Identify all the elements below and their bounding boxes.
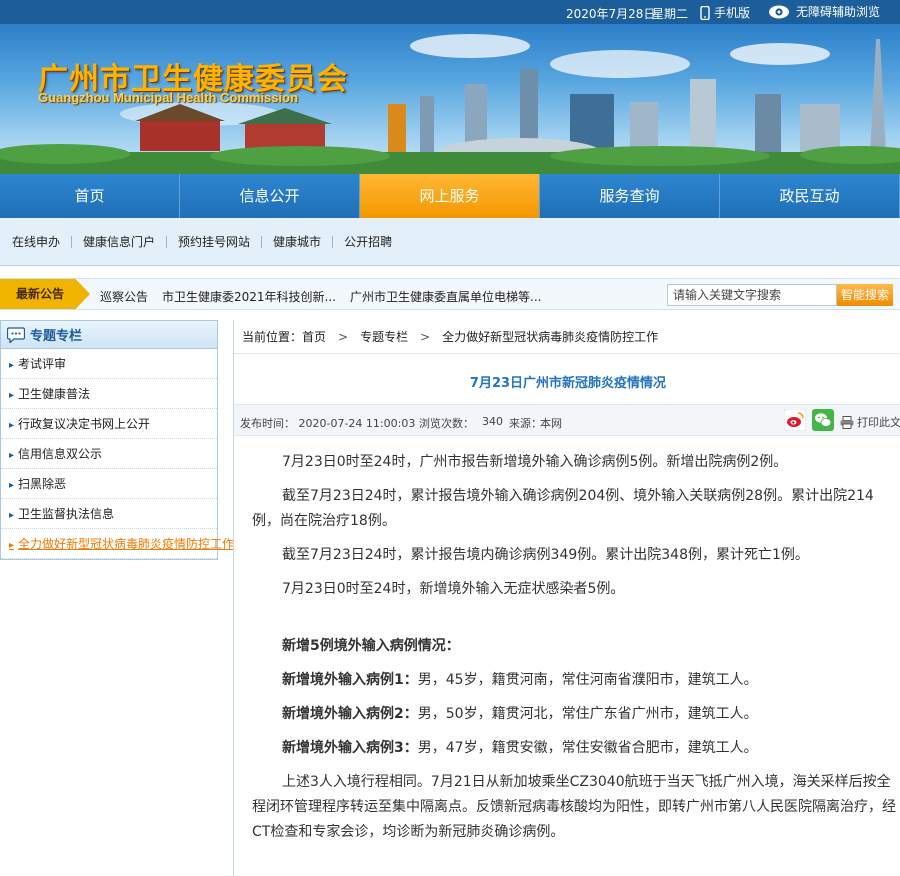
printer-icon xyxy=(840,415,854,429)
section-heading-text: 新增5例境外输入病例情况： xyxy=(282,638,460,654)
arrow-right-icon: ▸ xyxy=(9,540,15,551)
article-paragraph: 7月23日0时至24时，广州市报告新增境外输入确诊病例5例。新增出院病例2例。 xyxy=(282,454,788,470)
arrow-right-icon: ▸ xyxy=(9,390,15,401)
breadcrumb-item[interactable]: 全力做好新型冠状病毒肺炎疫情防控工作 xyxy=(442,328,658,345)
notice-label: 最新公告 xyxy=(0,279,90,309)
speech-bubble-icon xyxy=(7,326,25,343)
case-text: 男，50岁，籍贯河北，常住广东省广州市，建筑工人。 xyxy=(417,706,758,722)
publish-time: 发布时间： 2020-07-24 11:00:03 xyxy=(240,415,415,431)
arrow-right-icon: ▸ xyxy=(9,420,15,431)
section-heading: 新增5例境外输入病例情况： xyxy=(252,634,897,659)
sidebar-item-admin-review[interactable]: ▸ 行政复议决定书网上公开 xyxy=(1,409,217,439)
article-paragraph: 上述3人入境行程相同。7月21日从新加坡乘坐CZ3040航班于当天飞抵广州入境，… xyxy=(252,774,896,840)
sidebar-item-label: 考试评审 xyxy=(18,357,67,371)
notice-item[interactable]: 市卫生健康委2021年科技创新... xyxy=(162,288,336,305)
breadcrumb-prefix: 当前位置： xyxy=(242,330,303,344)
subnav-healthy-city[interactable]: 健康城市 xyxy=(262,235,334,248)
source-label: 来源： xyxy=(509,417,542,430)
sidebar-item-label: 扫黑除恶 xyxy=(18,477,67,491)
sub-navigation: 在线申办 健康信息门户 预约挂号网站 健康城市 公开招聘 xyxy=(0,218,900,266)
wechat-icon[interactable] xyxy=(812,409,834,431)
sidebar-item-credit-info[interactable]: ▸ 信用信息双公示 xyxy=(1,439,217,469)
sidebar-item-health-supervision[interactable]: ▸ 卫生监督执法信息 xyxy=(1,499,217,529)
subnav-health-portal[interactable]: 健康信息门户 xyxy=(72,235,168,248)
site-banner: 广州市卫生健康委员会 Guangzhou Municipal Health Co… xyxy=(0,24,900,174)
arrow-right-icon: ▸ xyxy=(9,510,15,521)
sidebar-item-label: 全力做好新型冠状病毒肺炎疫情防控工作 xyxy=(18,537,235,551)
source-value: 本网 xyxy=(540,417,562,430)
breadcrumb-item[interactable]: 首页 xyxy=(302,328,326,345)
article-body: 7月23日0时至24时，广州市报告新增境外输入确诊病例5例。新增出院病例2例。 … xyxy=(252,450,897,854)
mobile-version-link[interactable]: 手机版 xyxy=(700,4,750,21)
nav-item-home[interactable]: 首页 xyxy=(0,174,180,218)
print-button[interactable]: 打印此文 xyxy=(840,414,900,430)
top-utility-bar: 2020年7月28日 星期二 手机版 无障碍辅助浏览 xyxy=(0,0,900,24)
sidebar-header: 专题专栏 xyxy=(1,321,217,349)
article-title: 7月23日广州市新冠肺炎疫情情况 xyxy=(469,376,667,391)
site-title-english: Guangzhou Municipal Health Commission xyxy=(38,90,299,105)
accessibility-label: 无障碍辅助浏览 xyxy=(796,5,881,19)
nav-item-info-disclosure[interactable]: 信息公开 xyxy=(180,174,360,218)
nav-item-online-services[interactable]: 网上服务 xyxy=(360,174,540,218)
current-date: 2020年7月28日 xyxy=(566,7,656,21)
notice-list: 巡察公告 市卫生健康委2021年科技创新... 广州市卫生健康委直属单位电梯等.… xyxy=(100,288,541,305)
notice-item[interactable]: 巡察公告 xyxy=(100,288,148,305)
print-label: 打印此文 xyxy=(857,416,900,429)
sidebar-item-label: 行政复议决定书网上公开 xyxy=(18,417,151,431)
views-count: 340 xyxy=(482,415,503,428)
publish-label: 发布时间： xyxy=(240,417,295,430)
article-meta: 发布时间： 2020-07-24 11:00:03 浏览次数： 340 来源： … xyxy=(234,404,900,436)
sidebar-item-anti-crime[interactable]: ▸ 扫黑除恶 xyxy=(1,469,217,499)
sidebar-item-label: 卫生健康普法 xyxy=(18,387,91,401)
views-label: 浏览次数： xyxy=(419,417,474,430)
search-button[interactable]: 智能搜索 xyxy=(837,284,893,306)
subnav-appointment-site[interactable]: 预约挂号网站 xyxy=(167,235,263,248)
case-paragraph: 新增境外输入病例2：男，50岁，籍贯河北，常住广东省广州市，建筑工人。 xyxy=(252,702,897,727)
case-paragraph: 新增境外输入病例3：男，47岁，籍贯安徽，常住安徽省合肥市，建筑工人。 xyxy=(252,736,897,761)
case-text: 男，47岁，籍贯安徽，常住安徽省合肥市，建筑工人。 xyxy=(417,740,758,756)
article-paragraph: 7月23日0时至24时，新增境外输入无症状感染者5例。 xyxy=(282,581,625,597)
breadcrumb: 当前位置： 首页 > 专题专栏 > 全力做好新型冠状病毒肺炎疫情防控工作 xyxy=(234,320,900,354)
article-paragraph: 截至7月23日24时，累计报告境内确诊病例349例。累计出院348例，累计死亡1… xyxy=(282,547,809,563)
subnav-online-application[interactable]: 在线申办 xyxy=(0,235,73,248)
breadcrumb-item[interactable]: 专题专栏 xyxy=(360,328,408,345)
main-navigation: 首页 信息公开 网上服务 服务查询 政民互动 xyxy=(0,174,900,218)
article-panel: 当前位置： 首页 > 专题专栏 > 全力做好新型冠状病毒肺炎疫情防控工作 7月2… xyxy=(233,320,900,876)
chevron-right-icon: > xyxy=(338,329,349,344)
eye-icon xyxy=(769,5,789,18)
sidebar-item-label: 卫生监督执法信息 xyxy=(18,507,115,521)
arrow-right-icon: ▸ xyxy=(9,480,15,491)
share-buttons xyxy=(784,409,834,431)
nav-item-service-query[interactable]: 服务查询 xyxy=(540,174,720,218)
notice-bar: 最新公告 巡察公告 市卫生健康委2021年科技创新... 广州市卫生健康委直属单… xyxy=(0,278,900,310)
arrow-right-icon: ▸ xyxy=(9,450,15,461)
mobile-phone-icon xyxy=(700,5,710,20)
sidebar-title: 专题专栏 xyxy=(30,329,83,344)
accessibility-link[interactable]: 无障碍辅助浏览 xyxy=(768,3,880,20)
current-weekday: 星期二 xyxy=(652,7,689,21)
special-topics-sidebar: 专题专栏 ▸ 考试评审 ▸ 卫生健康普法 ▸ 行政复议决定书网上公开 ▸ 信用信息双公示… xyxy=(0,320,234,560)
sidebar-item-covid-prevention[interactable]: ▸ 全力做好新型冠状病毒肺炎疫情防控工作 xyxy=(1,529,234,559)
publish-time-value: 2020-07-24 11:00:03 xyxy=(298,417,416,430)
arrow-right-icon: ▸ xyxy=(9,360,15,371)
article-paragraph: 截至7月23日24时，累计报告境外输入确诊病例204例、境外输入关联病例28例。… xyxy=(252,488,874,529)
mobile-version-label: 手机版 xyxy=(714,6,751,20)
case-label: 新增境外输入病例3： xyxy=(282,740,418,756)
case-text: 男，45岁，籍贯河南，常住河南省濮阳市，建筑工人。 xyxy=(417,672,758,688)
sidebar-item-label: 信用信息双公示 xyxy=(18,447,103,461)
search-input[interactable]: 请输入关键文字搜索 xyxy=(667,284,837,306)
weibo-icon[interactable] xyxy=(784,409,806,431)
nav-item-public-interaction[interactable]: 政民互动 xyxy=(720,174,900,218)
case-label: 新增境外输入病例2： xyxy=(282,706,418,722)
case-paragraph: 新增境外输入病例1：男，45岁，籍贯河南，常住河南省濮阳市，建筑工人。 xyxy=(252,668,897,693)
case-label: 新增境外输入病例1： xyxy=(282,672,418,688)
notice-item[interactable]: 广州市卫生健康委直属单位电梯等... xyxy=(350,288,541,305)
subnav-recruitment[interactable]: 公开招聘 xyxy=(333,236,403,248)
sidebar-item-health-law[interactable]: ▸ 卫生健康普法 xyxy=(1,379,217,409)
chevron-right-icon: > xyxy=(420,329,431,344)
sidebar-item-exam-review[interactable]: ▸ 考试评审 xyxy=(1,349,217,379)
